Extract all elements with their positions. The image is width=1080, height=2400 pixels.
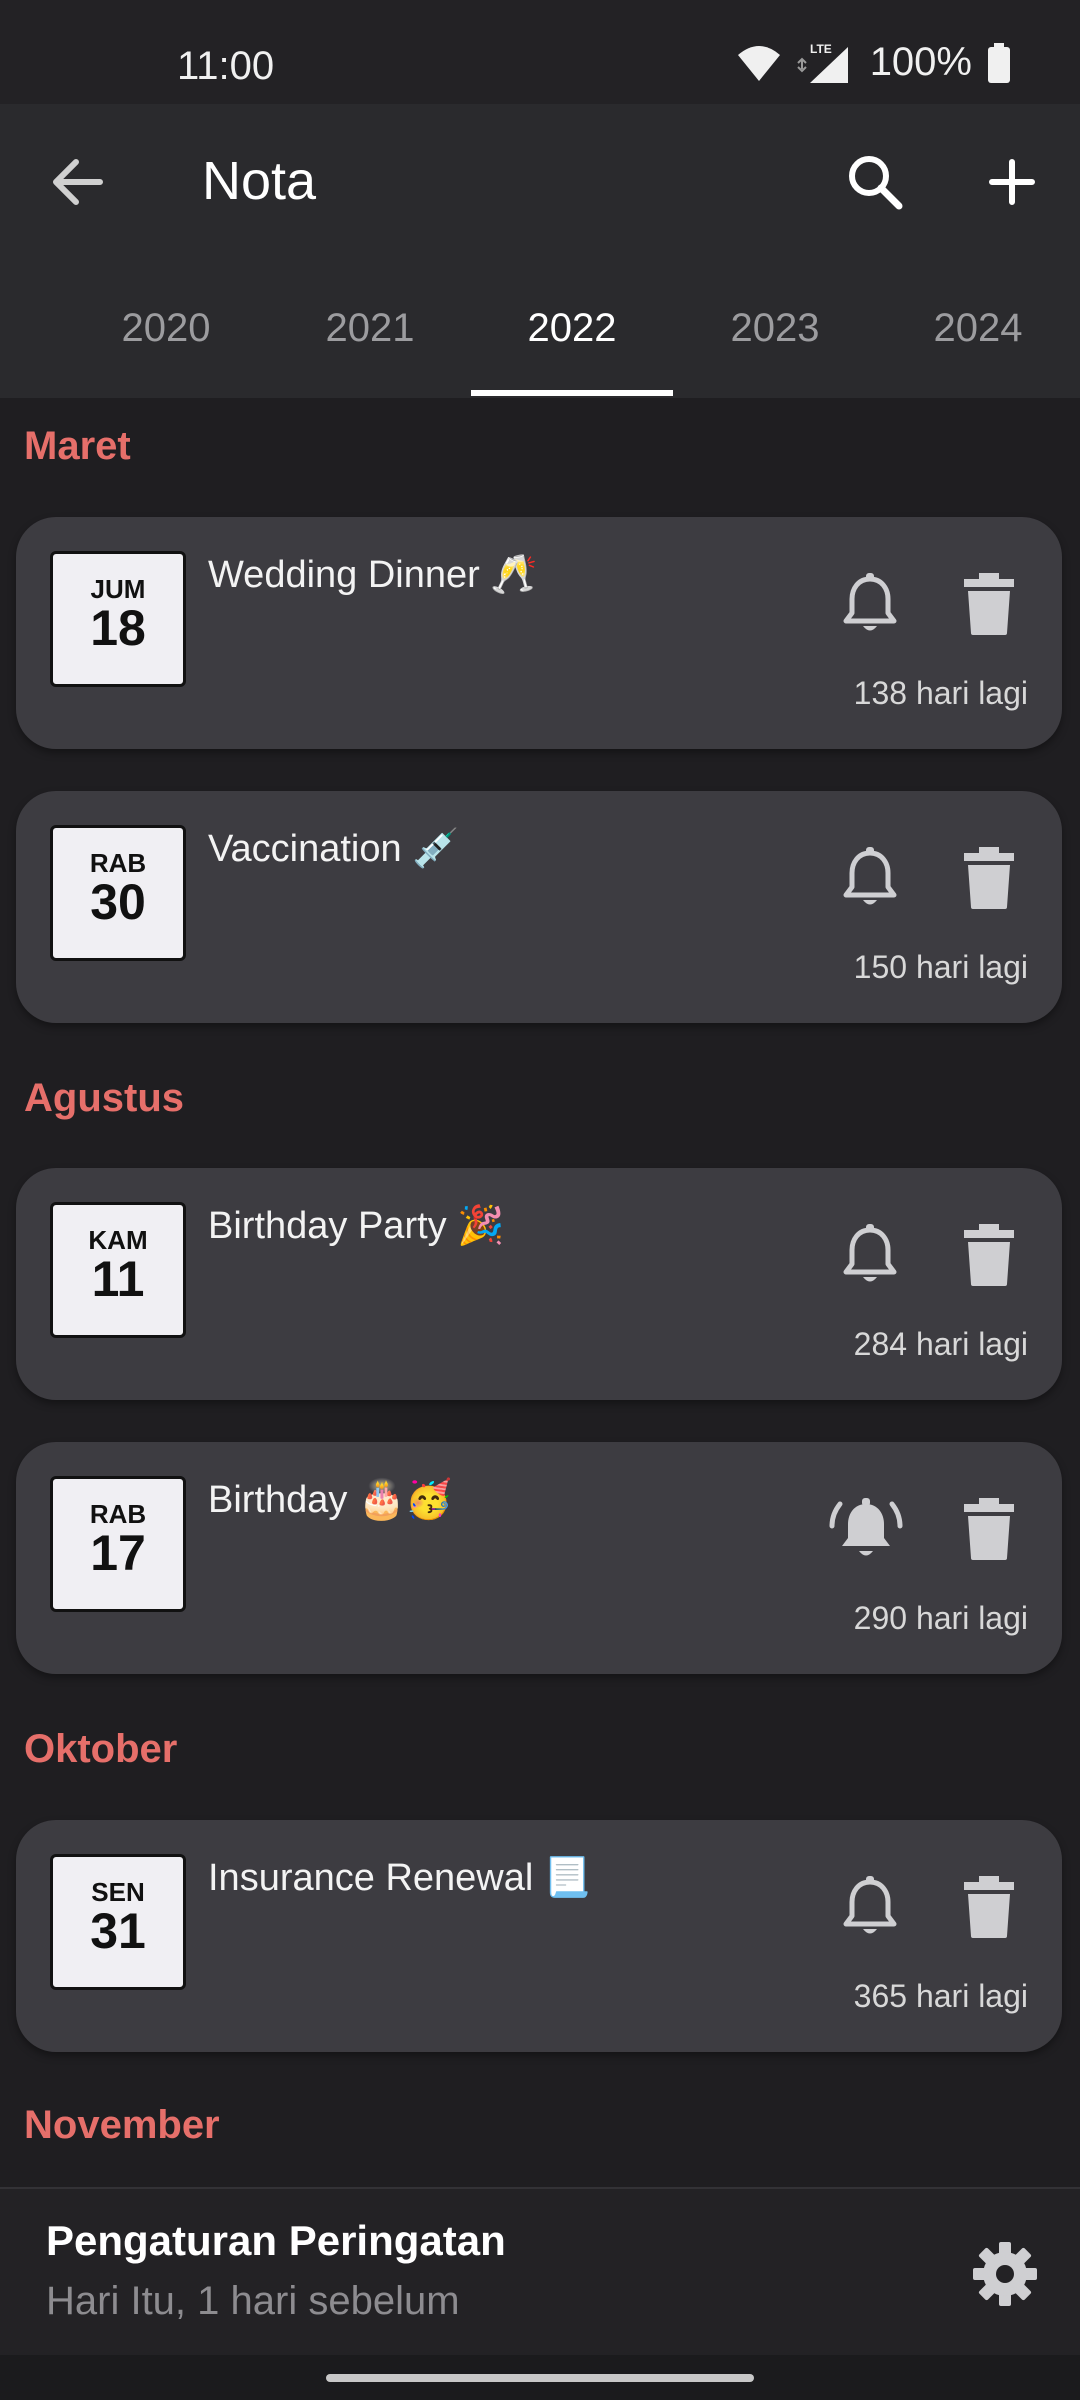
date-weekday: RAB xyxy=(89,848,147,878)
bell-ringing-icon xyxy=(829,1498,903,1556)
search-icon xyxy=(849,156,903,210)
wifi-icon xyxy=(737,45,780,81)
date-day: 31 xyxy=(90,1903,146,1959)
date-day: 17 xyxy=(90,1525,146,1581)
tab-2019[interactable]: 9 xyxy=(0,306,24,351)
battery-percent: 100% xyxy=(869,40,972,84)
days-left: 138 hari lagi xyxy=(853,675,1028,711)
reminder-button[interactable] xyxy=(828,1494,903,1562)
status-bar: 11:00 LTE 100% xyxy=(0,0,1080,104)
lte-signal-icon: LTE xyxy=(796,42,848,83)
battery-icon xyxy=(988,42,1010,83)
bell-icon xyxy=(843,573,897,631)
gesture-handle[interactable] xyxy=(326,2374,754,2382)
event-title: Vaccination 💉 xyxy=(208,828,460,870)
tab-2022[interactable]: 2022 xyxy=(472,306,672,351)
event-title: Wedding Dinner 🥂 xyxy=(208,554,538,596)
delete-button[interactable] xyxy=(960,1874,1018,1940)
days-left: 284 hari lagi xyxy=(853,1326,1028,1362)
tab-2024[interactable]: 2024 xyxy=(878,306,1078,351)
event-title: Birthday Party 🎉 xyxy=(208,1205,505,1247)
event-card[interactable]: RAB 17 Birthday 🎂🥳 290 hari lagi xyxy=(16,1442,1062,1674)
date-weekday: RAB xyxy=(89,1499,147,1529)
gear-icon xyxy=(973,2242,1037,2306)
bell-icon xyxy=(843,1876,897,1934)
network-label: LTE xyxy=(810,42,832,56)
date-weekday: JUM xyxy=(90,574,146,604)
page-title: Nota xyxy=(202,151,317,211)
date-weekday: SEN xyxy=(91,1877,145,1907)
event-title: Birthday 🎂🥳 xyxy=(208,1479,453,1521)
tab-indicator xyxy=(471,390,673,396)
event-card[interactable]: KAM 11 Birthday Party 🎉 284 hari lagi xyxy=(16,1168,1062,1400)
reminder-settings-subtitle: Hari Itu, 1 hari sebelum xyxy=(46,2279,460,2323)
date-day: 11 xyxy=(91,1251,145,1307)
days-left: 290 hari lagi xyxy=(853,1600,1028,1636)
trash-icon xyxy=(964,1224,1014,1286)
trash-icon xyxy=(964,847,1014,909)
month-header: Oktober xyxy=(24,1727,178,1771)
reminder-button[interactable] xyxy=(836,1872,904,1940)
date-day: 18 xyxy=(90,600,146,656)
reminder-settings-panel[interactable]: Pengaturan Peringatan Hari Itu, 1 hari s… xyxy=(0,2187,1080,2357)
date-badge: RAB 30 xyxy=(50,825,186,961)
app-bar: Nota xyxy=(0,104,1080,260)
event-title: Insurance Renewal 📃 xyxy=(208,1857,592,1899)
delete-button[interactable] xyxy=(960,1496,1018,1562)
reminder-button[interactable] xyxy=(836,1220,904,1288)
month-header: Maret xyxy=(24,424,131,468)
trash-icon xyxy=(964,1498,1014,1560)
reminder-settings-title: Pengaturan Peringatan xyxy=(46,2217,506,2264)
plus-icon xyxy=(989,159,1035,205)
settings-button[interactable] xyxy=(970,2239,1040,2309)
tab-2023[interactable]: 2023 xyxy=(675,306,875,351)
tab-2021[interactable]: 2021 xyxy=(270,306,470,351)
month-header: November xyxy=(24,2103,220,2147)
event-card[interactable]: SEN 31 Insurance Renewal 📃 365 hari lagi xyxy=(16,1820,1062,2052)
month-header: Agustus xyxy=(24,1076,184,1120)
status-icons: LTE 100% xyxy=(736,40,1012,85)
reminder-button[interactable] xyxy=(836,843,904,911)
date-badge: SEN 31 xyxy=(50,1854,186,1990)
date-weekday: KAM xyxy=(88,1225,148,1255)
delete-button[interactable] xyxy=(960,845,1018,911)
trash-icon xyxy=(964,1876,1014,1938)
event-card[interactable]: RAB 30 Vaccination 💉 150 hari lagi xyxy=(16,791,1062,1023)
event-card[interactable]: JUM 18 Wedding Dinner 🥂 138 hari lagi xyxy=(16,517,1062,749)
tab-2020[interactable]: 2020 xyxy=(66,306,266,351)
reminder-button[interactable] xyxy=(836,569,904,637)
date-day: 30 xyxy=(90,874,146,930)
bell-icon xyxy=(843,1224,897,1282)
date-badge: JUM 18 xyxy=(50,551,186,687)
date-badge: KAM 11 xyxy=(50,1202,186,1338)
delete-button[interactable] xyxy=(960,1222,1018,1288)
delete-button[interactable] xyxy=(960,571,1018,637)
days-left: 150 hari lagi xyxy=(853,949,1028,985)
back-button[interactable] xyxy=(46,150,110,214)
bell-icon xyxy=(843,847,897,905)
days-left: 365 hari lagi xyxy=(853,1978,1028,2014)
year-tabs: 9 2020 2021 2022 2023 2024 xyxy=(0,260,1080,398)
arrow-left-icon xyxy=(53,159,103,205)
status-time: 11:00 xyxy=(177,44,275,88)
add-button[interactable] xyxy=(980,150,1044,214)
search-button[interactable] xyxy=(843,150,907,214)
date-badge: RAB 17 xyxy=(50,1476,186,1612)
trash-icon xyxy=(964,573,1014,635)
